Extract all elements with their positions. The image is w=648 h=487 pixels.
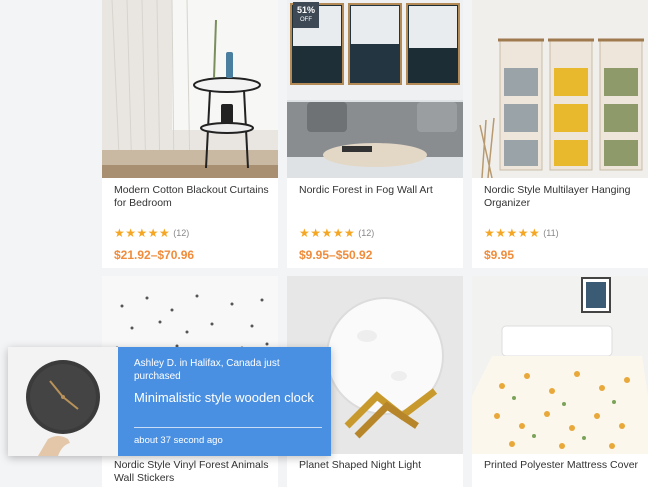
star-rating: ★★★★★ (12) (299, 226, 375, 240)
notification-content: Ashley D. in Halifax, Canada just purcha… (118, 347, 331, 456)
product-price: $21.92–$70.96 (114, 248, 195, 262)
product-title[interactable]: Nordic Style Vinyl Forest Animals Wall S… (114, 459, 270, 485)
product-image-hanging-organizer[interactable] (472, 0, 648, 178)
divider (134, 427, 322, 428)
product-price: $9.95–$50.92 (299, 248, 373, 262)
product-card[interactable]: 51% OFF Nordic Forest in Fog Wall Art ★★★… (287, 0, 463, 268)
discount-badge: 51% OFF (293, 2, 319, 28)
product-card[interactable]: Modern Cotton Blackout Curtains for Bedr… (102, 0, 278, 268)
review-count: (12) (358, 228, 375, 238)
notification-product-image (8, 347, 118, 456)
star-rating: ★★★★★ (12) (114, 226, 190, 240)
buyer-info: Ashley D. in Halifax, Canada just purcha… (134, 358, 280, 382)
purchased-product-link[interactable]: Minimalistic style wooden clock (134, 389, 324, 406)
product-title[interactable]: Printed Polyester Mattress Cover (484, 459, 640, 472)
recent-purchase-notification[interactable]: Ashley D. in Halifax, Canada just purcha… (8, 347, 331, 456)
product-card[interactable]: Printed Polyester Mattress Cover (472, 276, 648, 487)
product-price: $9.95 (484, 248, 515, 262)
product-title[interactable]: Nordic Style Multilayer Hanging Organize… (484, 184, 640, 210)
product-card[interactable]: Nordic Style Multilayer Hanging Organize… (472, 0, 648, 268)
star-rating: ★★★★★ (11) (484, 226, 559, 240)
review-count: (12) (173, 228, 190, 238)
product-image-mattress-cover[interactable] (472, 276, 648, 454)
purchase-time: about 37 second ago (134, 435, 223, 446)
product-image-curtains[interactable] (102, 0, 278, 178)
product-title[interactable]: Planet Shaped Night Light (299, 459, 455, 472)
product-title[interactable]: Modern Cotton Blackout Curtains for Bedr… (114, 184, 270, 210)
product-title[interactable]: Nordic Forest in Fog Wall Art (299, 184, 455, 197)
review-count: (11) (543, 228, 559, 238)
